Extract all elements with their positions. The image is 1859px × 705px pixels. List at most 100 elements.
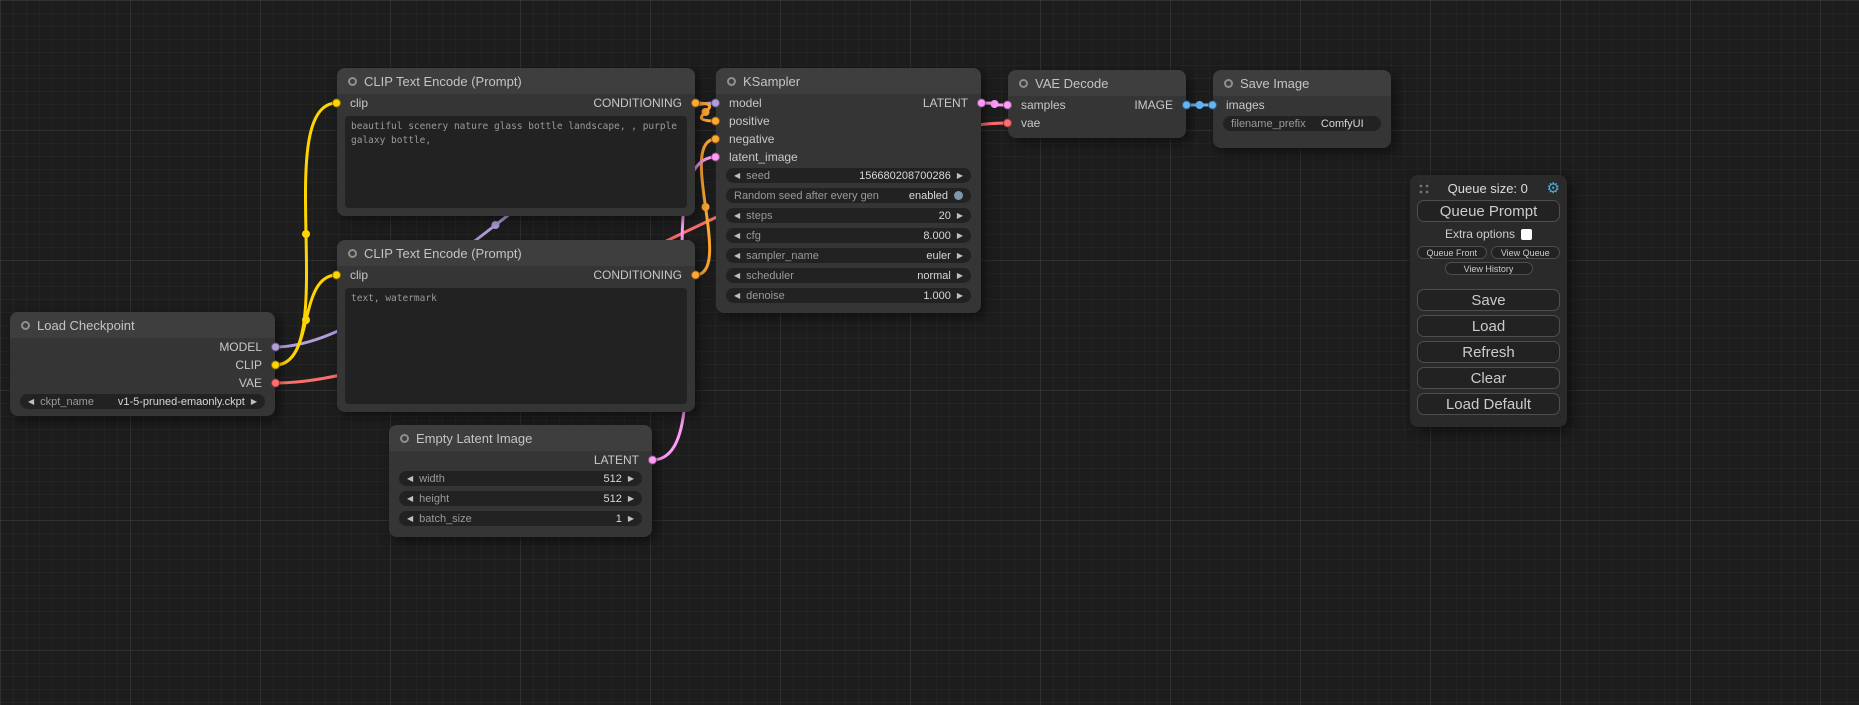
output-port-CONDITIONING[interactable] [691,271,700,280]
widget-value: euler [825,250,951,262]
collapse-dot-icon[interactable] [1019,79,1028,88]
widget-Random seed after every gen[interactable]: Random seed after every genenabled [726,188,971,203]
link-midpoint-dot [492,221,500,229]
increment-arrow-icon[interactable]: ▶ [628,515,634,523]
increment-arrow-icon[interactable]: ▶ [628,495,634,503]
collapse-dot-icon[interactable] [1224,79,1233,88]
save-button[interactable]: Save [1417,289,1560,311]
slot-row: modelLATENT [716,94,981,112]
node-clip-text-encode-positive[interactable]: CLIP Text Encode (Prompt)clipCONDITIONIN… [337,68,695,216]
decrement-arrow-icon[interactable]: ◀ [407,495,413,503]
input-port-model[interactable] [711,99,720,108]
node-title-bar: CLIP Text Encode (Prompt) [337,240,695,266]
node-load-checkpoint[interactable]: Load CheckpointMODELCLIPVAE◀ckpt_namev1-… [10,312,275,416]
menu-drag-handle-icon[interactable] [1417,181,1429,195]
increment-arrow-icon[interactable]: ▶ [957,292,963,300]
decrement-arrow-icon[interactable]: ◀ [734,232,740,240]
widget-height[interactable]: ◀height512▶ [399,491,642,506]
input-port-positive[interactable] [711,117,720,126]
widget-label: denoise [746,290,785,302]
extra-options-checkbox[interactable] [1521,229,1532,240]
queue-front-button[interactable]: Queue Front [1417,246,1487,259]
input-port-latent_image[interactable] [711,153,720,162]
widget-label: width [419,473,445,485]
collapse-dot-icon[interactable] [727,77,736,86]
decrement-arrow-icon[interactable]: ◀ [734,172,740,180]
widget-filename-prefix[interactable]: filename_prefixComfyUI [1223,116,1381,131]
node-title-bar: Empty Latent Image [389,425,652,451]
widget-scheduler[interactable]: ◀ scheduler normal ▶ [726,268,971,283]
decrement-arrow-icon[interactable]: ◀ [407,515,413,523]
widget-steps[interactable]: ◀steps20▶ [726,208,971,223]
decrement-arrow-icon[interactable]: ◀ [734,252,740,260]
settings-gear-icon[interactable]: ⚙ [1547,181,1560,196]
slot-row: clipCONDITIONING [337,266,695,284]
input-port-images[interactable] [1208,101,1217,110]
collapse-dot-icon[interactable] [400,434,409,443]
widget-cfg[interactable]: ◀cfg8.000▶ [726,228,971,243]
decrement-arrow-icon[interactable]: ◀ [28,398,34,406]
widget-label: scheduler [746,270,794,282]
toggle-state-dot[interactable] [954,191,963,200]
node-title-bar: Load Checkpoint [10,312,275,338]
collapse-dot-icon[interactable] [348,77,357,86]
clear-button[interactable]: Clear [1417,367,1560,389]
refresh-button[interactable]: Refresh [1417,341,1560,363]
input-port-clip[interactable] [332,271,341,280]
decrement-arrow-icon[interactable]: ◀ [407,475,413,483]
slot-row: LATENT [389,451,652,469]
view-queue-button[interactable]: View Queue [1491,246,1561,259]
widget-denoise[interactable]: ◀denoise1.000▶ [726,288,971,303]
node-empty-latent-image[interactable]: Empty Latent ImageLATENT◀width512▶◀heigh… [389,425,652,537]
input-port-samples[interactable] [1003,101,1012,110]
decrement-arrow-icon[interactable]: ◀ [734,272,740,280]
input-port-vae[interactable] [1003,119,1012,128]
queue-prompt-button[interactable]: Queue Prompt [1417,200,1560,222]
node-clip-text-encode-negative[interactable]: CLIP Text Encode (Prompt) clipCONDITIONIN… [337,240,695,412]
node-ksampler[interactable]: KSamplermodelLATENTpositivenegativelaten… [716,68,981,313]
comfy-menu-panel[interactable]: Queue size: 0 ⚙ Queue Prompt Extra optio… [1410,175,1567,427]
increment-arrow-icon[interactable]: ▶ [957,252,963,260]
output-port-MODEL[interactable] [271,343,280,352]
decrement-arrow-icon[interactable]: ◀ [734,212,740,220]
widget-sampler-name[interactable]: ◀sampler_nameeuler▶ [726,248,971,263]
collapse-dot-icon[interactable] [348,249,357,258]
history-row: View History [1417,262,1560,275]
widget-ckpt-name[interactable]: ◀ckpt_namev1-5-pruned-emaonly.ckpt▶ [20,394,265,409]
output-port-LATENT[interactable] [977,99,986,108]
increment-arrow-icon[interactable]: ▶ [251,398,257,406]
widget-value: normal [800,270,951,282]
input-port-clip[interactable] [332,99,341,108]
increment-arrow-icon[interactable]: ▶ [957,172,963,180]
widget-batch-size[interactable]: ◀batch_size1▶ [399,511,642,526]
output-port-IMAGE[interactable] [1182,101,1191,110]
node-title-text: CLIP Text Encode (Prompt) [364,246,522,261]
node-title-text: VAE Decode [1035,76,1108,91]
load-button[interactable]: Load [1417,315,1560,337]
view-history-button[interactable]: View History [1445,262,1533,275]
widget-label: filename_prefix [1231,118,1306,130]
node-save-image[interactable]: Save Imageimagesfilename_prefixComfyUI [1213,70,1391,148]
increment-arrow-icon[interactable]: ▶ [957,232,963,240]
node-vae-decode[interactable]: VAE DecodesamplesIMAGEvae [1008,70,1186,138]
output-slot-label: VAE [239,376,262,390]
input-port-negative[interactable] [711,135,720,144]
widget-seed[interactable]: ◀seed156680208700286▶ [726,168,971,183]
decrement-arrow-icon[interactable]: ◀ [734,292,740,300]
increment-arrow-icon[interactable]: ▶ [957,272,963,280]
output-port-VAE[interactable] [271,379,280,388]
output-slot-label: IMAGE [1134,98,1173,112]
output-port-CLIP[interactable] [271,361,280,370]
increment-arrow-icon[interactable]: ▶ [628,475,634,483]
prompt-textarea[interactable]: beautiful scenery nature glass bottle la… [345,116,687,208]
prompt-textarea[interactable]: text, watermark [345,288,687,404]
node-title-text: KSampler [743,74,800,89]
widget-value: 512 [451,473,622,485]
increment-arrow-icon[interactable]: ▶ [957,212,963,220]
input-slot-label: clip [350,268,368,282]
output-port-LATENT[interactable] [648,456,657,465]
collapse-dot-icon[interactable] [21,321,30,330]
widget-width[interactable]: ◀ width 512 ▶ [399,471,642,486]
output-port-CONDITIONING[interactable] [691,99,700,108]
load-default-button[interactable]: Load Default [1417,393,1560,415]
